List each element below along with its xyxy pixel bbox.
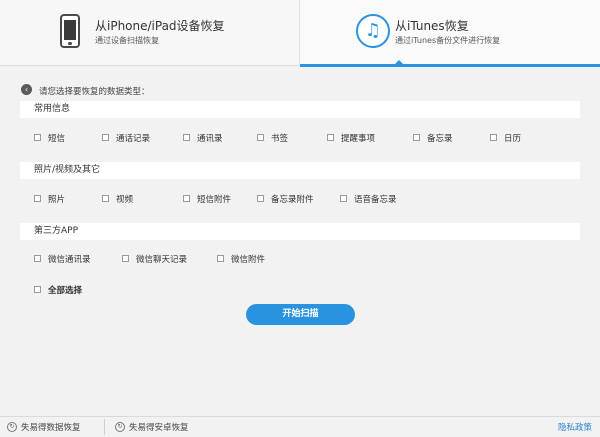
option-contacts[interactable]: 通讯录	[183, 132, 223, 144]
option-label: 通讯录	[197, 133, 223, 144]
option-label: 微信通讯录	[48, 254, 91, 265]
music-note-icon: ♫	[356, 14, 390, 48]
checkbox[interactable]	[490, 134, 497, 141]
option-label: 提醒事项	[341, 133, 376, 144]
footer: ↻ 失易得数据恢复 ↻ 失易得安卓恢复 隐私政策	[0, 416, 600, 437]
option-notes[interactable]: 备忘录	[413, 132, 453, 144]
checkbox[interactable]	[217, 255, 224, 262]
option-label: 通话记录	[116, 133, 151, 144]
checkbox[interactable]	[122, 255, 129, 262]
option-wechat-chats[interactable]: 微信聊天记录	[122, 253, 188, 265]
checkbox[interactable]	[183, 195, 190, 202]
checkbox[interactable]	[257, 195, 264, 202]
tab-subtitle: 通过设备扫描恢复	[95, 36, 159, 45]
checkbox[interactable]	[34, 286, 41, 293]
section-header-third-party: 第三方APP	[20, 223, 580, 240]
section-header-media: 照片/视频及其它	[20, 162, 580, 179]
select-all-label: 全部选择	[48, 285, 83, 296]
active-tab-indicator	[300, 64, 600, 67]
checkbox[interactable]	[102, 195, 109, 202]
checkbox[interactable]	[34, 195, 41, 202]
option-label: 备忘录附件	[271, 194, 314, 205]
option-label: 书签	[271, 133, 289, 144]
checkbox[interactable]	[34, 255, 41, 262]
option-label: 备忘录	[427, 133, 453, 144]
tab-device-recovery[interactable]: 从iPhone/iPad设备恢复 通过设备扫描恢复	[0, 0, 300, 66]
option-call-log[interactable]: 通话记录	[102, 132, 151, 144]
footer-link-label: 失易得安卓恢复	[129, 423, 189, 433]
option-sms[interactable]: 短信	[34, 132, 66, 144]
option-label: 短信	[48, 133, 66, 144]
checkbox[interactable]	[413, 134, 420, 141]
option-label: 视频	[116, 194, 134, 205]
option-sms-attachments[interactable]: 短信附件	[183, 193, 232, 205]
recovery-mode-tabs: 从iPhone/iPad设备恢复 通过设备扫描恢复 ♫ 从iTunes恢复 通过…	[0, 0, 600, 67]
phone-icon	[60, 14, 80, 48]
footer-link-android-recovery[interactable]: ↻ 失易得安卓恢复	[115, 417, 189, 437]
section-header-common: 常用信息	[20, 101, 580, 118]
footer-link-data-recovery[interactable]: ↻ 失易得数据恢复	[7, 417, 81, 437]
footer-link-label: 失易得数据恢复	[21, 423, 81, 433]
back-icon[interactable]: ‹	[21, 84, 32, 95]
option-wechat-attachments[interactable]: 微信附件	[217, 253, 266, 265]
checkbox[interactable]	[257, 134, 264, 141]
recovery-logo-icon: ↻	[7, 422, 17, 432]
checkbox[interactable]	[183, 134, 190, 141]
option-bookmarks[interactable]: 书签	[257, 132, 289, 144]
tab-title: 从iPhone/iPad设备恢复	[95, 19, 225, 33]
option-label: 日历	[504, 133, 522, 144]
checkbox[interactable]	[340, 195, 347, 202]
option-calendar[interactable]: 日历	[490, 132, 522, 144]
option-reminders[interactable]: 提醒事项	[327, 132, 376, 144]
option-videos[interactable]: 视频	[102, 193, 134, 205]
option-voice-memos[interactable]: 语音备忘录	[340, 193, 397, 205]
checkbox[interactable]	[34, 134, 41, 141]
recovery-logo-icon: ↻	[115, 422, 125, 432]
footer-divider	[104, 419, 105, 435]
tab-title: 从iTunes恢复	[395, 19, 469, 33]
tab-itunes-recovery[interactable]: ♫ 从iTunes恢复 通过iTunes备份文件进行恢复	[300, 0, 600, 67]
option-label: 照片	[48, 194, 66, 205]
option-label: 短信附件	[197, 194, 232, 205]
tab-subtitle: 通过iTunes备份文件进行恢复	[395, 36, 501, 45]
checkbox[interactable]	[327, 134, 334, 141]
option-label: 微信聊天记录	[136, 254, 188, 265]
option-wechat-contacts[interactable]: 微信通讯录	[34, 253, 91, 265]
option-label: 微信附件	[231, 254, 266, 265]
select-all-option[interactable]: 全部选择	[34, 284, 83, 296]
privacy-policy-link[interactable]: 隐私政策	[558, 421, 592, 433]
checkbox[interactable]	[102, 134, 109, 141]
option-note-attachments[interactable]: 备忘录附件	[257, 193, 314, 205]
option-label: 语音备忘录	[354, 194, 397, 205]
start-scan-button[interactable]: 开始扫描	[246, 304, 355, 325]
option-photos[interactable]: 照片	[34, 193, 66, 205]
data-type-prompt: 请您选择要恢复的数据类型：	[39, 87, 150, 97]
active-tab-caret	[394, 60, 404, 65]
